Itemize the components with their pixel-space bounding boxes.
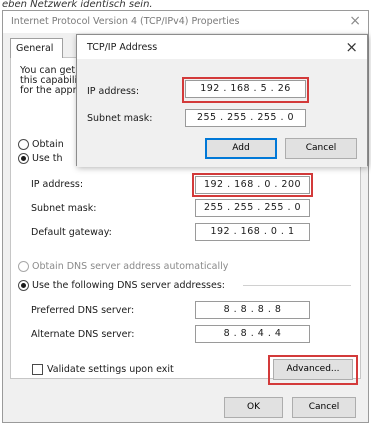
- validate-checkbox[interactable]: [32, 364, 43, 375]
- use-dns-radio[interactable]: [18, 280, 29, 291]
- cancel-button[interactable]: Cancel: [292, 397, 356, 418]
- use-ip-radio[interactable]: [18, 153, 29, 164]
- advanced-button[interactable]: Advanced...: [273, 359, 353, 380]
- tab-general[interactable]: General: [10, 38, 63, 58]
- obtain-ip-label: Obtain: [32, 139, 64, 150]
- dialog-titlebar: Internet Protocol Version 4 (TCP/IPv4) P…: [3, 11, 368, 33]
- popup-add-button[interactable]: Add: [205, 138, 277, 159]
- obtain-ip-radio[interactable]: [18, 139, 29, 150]
- dns-group-divider: [243, 285, 351, 286]
- subnet-mask-field[interactable]: 255 . 255 . 255 . 0: [195, 199, 310, 217]
- obtain-dns-radio[interactable]: [18, 261, 29, 272]
- ok-button[interactable]: OK: [224, 397, 283, 418]
- use-ip-label: Use th: [32, 153, 63, 164]
- popup-ip-label: IP address:: [87, 86, 140, 97]
- alternate-dns-field[interactable]: 8 . 8 . 4 . 4: [195, 325, 310, 343]
- use-dns-label: Use the following DNS server addresses:: [32, 280, 225, 291]
- popup-title: TCP/IP Address: [87, 42, 158, 53]
- popup-body: IP address: 192 . 168 . 5 . 26 Subnet ma…: [77, 59, 367, 167]
- default-gateway-field[interactable]: 192 . 168 . 0 . 1: [195, 223, 310, 241]
- close-icon[interactable]: ×: [349, 13, 361, 29]
- validate-label: Validate settings upon exit: [47, 364, 174, 375]
- preferred-dns-field[interactable]: 8 . 8 . 8 . 8: [195, 301, 310, 319]
- subnet-mask-label: Subnet mask:: [31, 203, 97, 214]
- default-gateway-label: Default gateway:: [31, 227, 112, 238]
- obtain-dns-label: Obtain DNS server address automatically: [32, 261, 229, 272]
- ip-address-field[interactable]: 192 . 168 . 0 . 200: [195, 176, 310, 194]
- intro-text-line-3: for the appr: [20, 85, 77, 96]
- preferred-dns-label: Preferred DNS server:: [31, 305, 135, 316]
- popup-close-icon[interactable]: ×: [345, 38, 358, 56]
- popup-subnet-label: Subnet mask:: [87, 113, 153, 124]
- ip-address-label: IP address:: [31, 179, 84, 190]
- alternate-dns-label: Alternate DNS server:: [31, 329, 135, 340]
- dialog-title: Internet Protocol Version 4 (TCP/IPv4) P…: [11, 16, 240, 27]
- popup-cancel-button[interactable]: Cancel: [285, 138, 357, 159]
- popup-subnet-field[interactable]: 255 . 255 . 255 . 0: [185, 109, 306, 127]
- popup-titlebar: TCP/IP Address ×: [77, 35, 367, 59]
- popup-ip-field[interactable]: 192 . 168 . 5 . 26: [185, 80, 306, 98]
- tcpip-address-dialog: TCP/IP Address × IP address: 192 . 168 .…: [76, 34, 368, 167]
